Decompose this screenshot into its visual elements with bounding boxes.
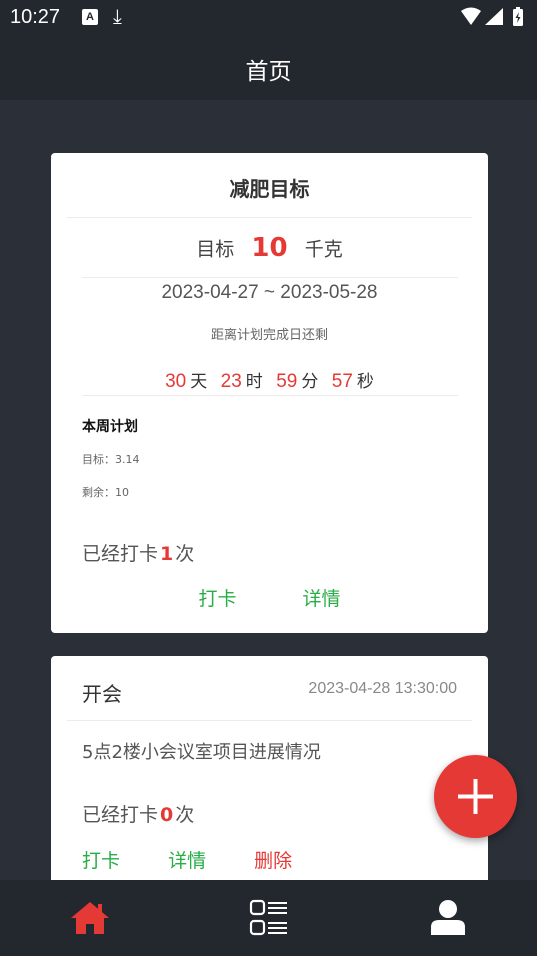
goal-card-actions: 打卡 详情 [51, 584, 488, 611]
list-icon [249, 899, 287, 936]
a-notification-icon: A [82, 9, 98, 25]
delete-button[interactable]: 删除 [254, 846, 292, 873]
checkin-count: 0 [160, 804, 174, 826]
status-bar: 10:27 A ⤓ [0, 0, 537, 36]
week-plan-goal: 目标：3.14 [82, 453, 140, 466]
checkin-button[interactable]: 打卡 [82, 846, 120, 873]
app-bar: 首页 [0, 36, 537, 100]
countdown-seconds-unit: 秒 [356, 372, 374, 392]
target-label: 目标 [196, 238, 235, 261]
countdown-seconds: 57 [331, 371, 353, 392]
divider [82, 395, 458, 396]
plus-icon [458, 779, 493, 814]
nav-item-home[interactable] [0, 880, 179, 956]
nav-item-list[interactable] [179, 880, 358, 956]
divider [82, 277, 458, 278]
target-value: 10 [251, 233, 288, 263]
weight-goal-card: 减肥目标 目标 10 千克 2023-04-27 ~ 2023-05-28 距离… [51, 153, 488, 633]
bottom-nav [0, 880, 537, 956]
goal-card-title: 减肥目标 [229, 177, 310, 201]
checkin-button[interactable]: 打卡 [198, 584, 236, 611]
countdown-timer: 30 天 23 时 59 分 57 秒 [51, 367, 488, 393]
countdown-minutes-unit: 分 [301, 372, 319, 392]
add-button[interactable] [434, 755, 517, 838]
page-title: 首页 [245, 59, 292, 85]
meeting-title: 开会 [82, 682, 122, 706]
checkin-suffix: 次 [175, 543, 195, 565]
countdown-days: 30 [165, 371, 187, 392]
wifi-icon [461, 7, 481, 25]
meeting-card-actions: 打卡 详情 删除 [82, 846, 334, 873]
nav-item-profile[interactable] [358, 880, 537, 956]
user-icon [430, 900, 465, 935]
divider [67, 720, 472, 721]
home-icon [70, 902, 109, 934]
checkin-count: 1 [160, 543, 174, 565]
checkin-prefix: 已经打卡 [82, 543, 159, 565]
meeting-card: 开会 2023-04-28 13:30:00 5点2楼小会议室项目进展情况 已经… [51, 656, 488, 886]
date-range: 2023-04-27 ~ 2023-05-28 [161, 282, 378, 303]
checkin-count-text: 已经打卡 0 次 [82, 800, 194, 827]
target-row: 目标 10 千克 [51, 233, 488, 263]
meeting-description: 5点2楼小会议室项目进展情况 [82, 742, 321, 763]
download-icon: ⤓ [113, 4, 122, 28]
checkin-prefix: 已经打卡 [82, 804, 159, 826]
week-plan-title: 本周计划 [82, 419, 138, 435]
status-time: 10:27 [10, 6, 61, 28]
countdown-hours-unit: 时 [245, 372, 263, 392]
target-unit: 千克 [304, 238, 343, 261]
status-right-icons [459, 6, 529, 32]
details-button[interactable]: 详情 [303, 584, 341, 611]
divider [67, 217, 472, 218]
checkin-suffix: 次 [175, 804, 195, 826]
countdown-hours: 23 [220, 371, 242, 392]
countdown-days-unit: 天 [190, 372, 208, 392]
remaining-label: 距离计划完成日还剩 [210, 328, 328, 343]
battery-charging-icon [513, 7, 523, 26]
checkin-count-text: 已经打卡 1 次 [82, 539, 194, 566]
meeting-datetime: 2023-04-28 13:30:00 [308, 680, 457, 697]
week-plan-remaining: 剩余：10 [82, 486, 129, 499]
details-button[interactable]: 详情 [168, 846, 206, 873]
countdown-minutes: 59 [276, 371, 298, 392]
cellular-icon [485, 8, 503, 25]
